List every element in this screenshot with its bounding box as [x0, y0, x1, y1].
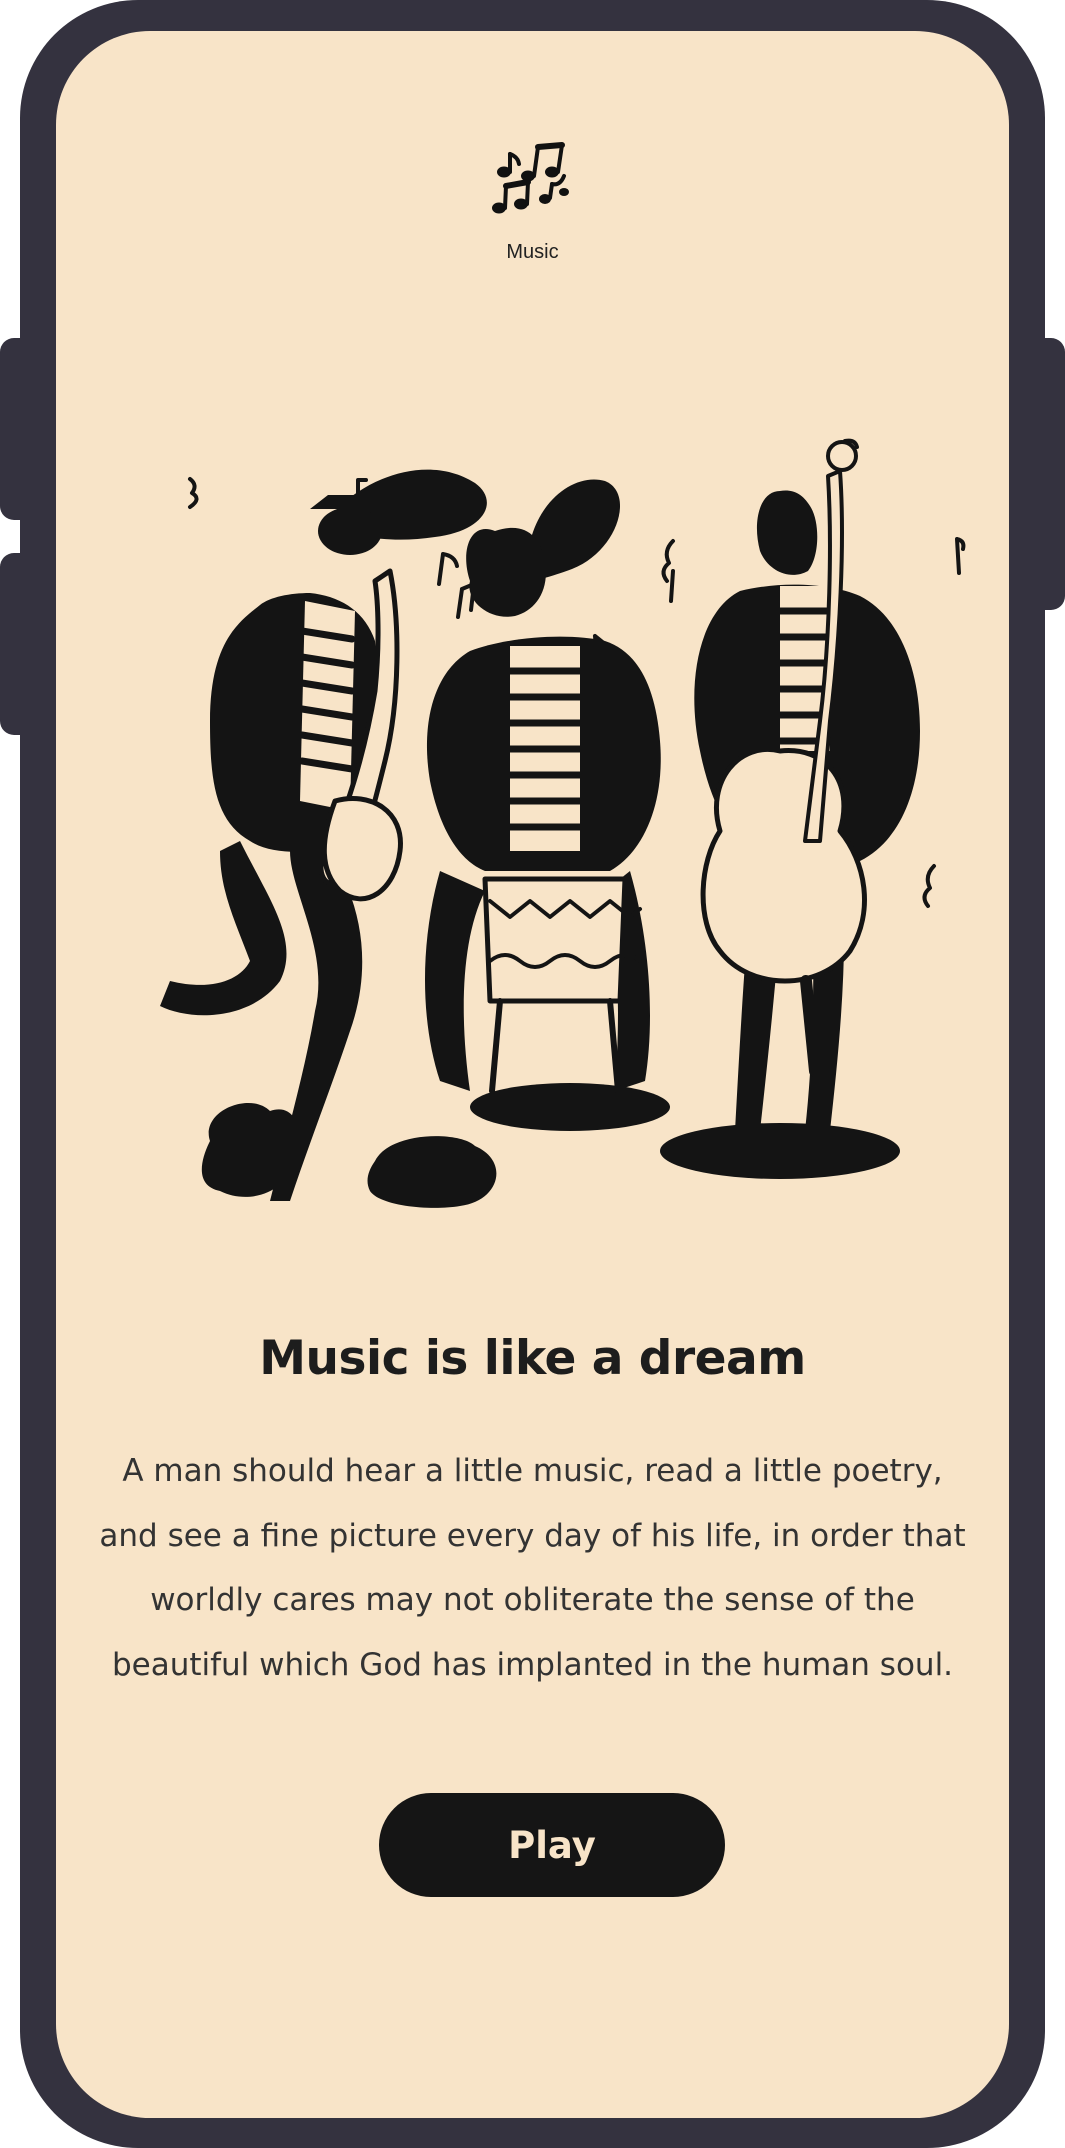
app-screen: Music Music is like a dream A man should… [56, 31, 1009, 2118]
app-label: Music [506, 241, 559, 263]
music-notes-icon [490, 142, 580, 252]
play-button[interactable]: Play [379, 1793, 725, 1897]
quote-text: A man should hear a little music, read a… [99, 1453, 966, 1683]
phone-frame: Music Music is like a dream A man should… [20, 0, 1045, 2148]
page-title: Music is like a dream [259, 1331, 806, 1386]
jazz-trio-illustration [140, 421, 990, 1241]
